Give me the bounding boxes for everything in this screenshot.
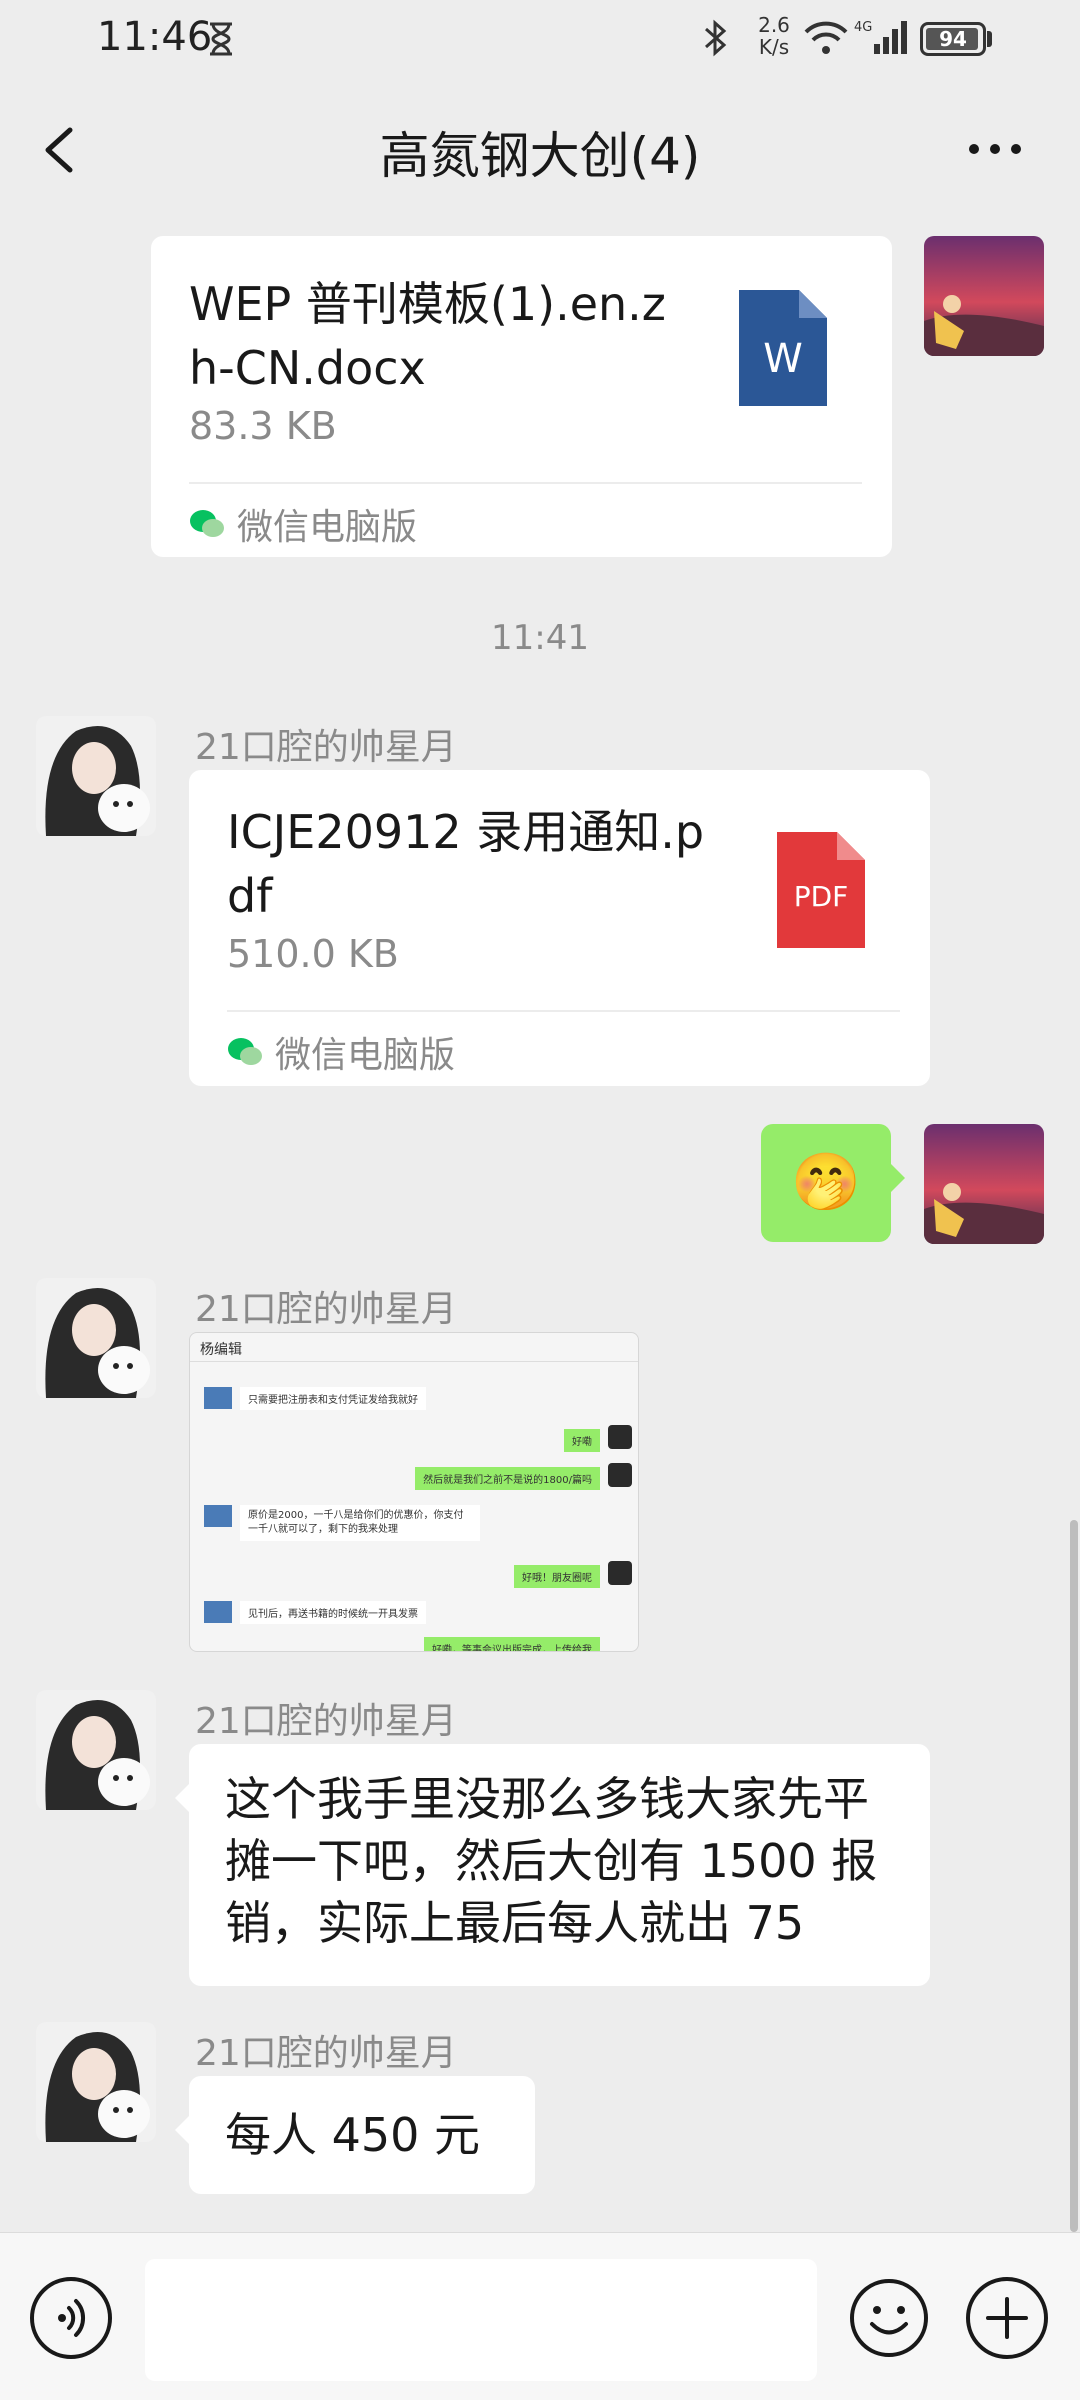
screenshot-line: 只需要把注册表和支付凭证发给我就好 <box>240 1387 426 1410</box>
emoji-message[interactable]: 🤭 <box>761 1124 905 1242</box>
hourglass-icon <box>210 22 232 56</box>
signal-icon: 4G <box>854 20 907 54</box>
timestamp: 11:41 <box>491 618 589 658</box>
file-size: 510.0 KB <box>227 932 399 976</box>
net-speed-value: 2.6 <box>758 13 790 37</box>
pdf-badge: PDF <box>794 880 849 913</box>
net-speed: 2.6 K/s <box>752 14 796 58</box>
sender-avatar[interactable] <box>36 716 156 836</box>
file-source: 微信电脑版 <box>189 498 417 550</box>
net-speed-unit: K/s <box>758 35 790 59</box>
wechat-icon <box>190 510 224 537</box>
pdf-file-icon: PDF <box>777 832 865 948</box>
screenshot-title: 杨编辑 <box>200 1342 242 1358</box>
file-name: WEP 普刊模板(1).en.zh-CN.docx <box>189 277 666 395</box>
scrollbar[interactable] <box>1070 1520 1078 2232</box>
message-text: 这个我手里没那么多钱大家先平摊一下吧，然后大创有 1500 报销，实际上最后每人… <box>225 1772 878 1950</box>
screenshot-line: 好嘞，等事会议出版完成，上传给我 <box>424 1637 600 1651</box>
chat-title: 高氮钢大创(4) <box>379 127 701 185</box>
screenshot-line: 好哦！朋友圈呢 <box>514 1565 600 1588</box>
self-avatar[interactable] <box>924 1124 1044 1244</box>
self-avatar[interactable] <box>924 236 1044 356</box>
avatar-image <box>36 716 156 836</box>
message-input[interactable] <box>145 2259 817 2381</box>
plus-icon <box>986 2297 1028 2339</box>
sender-name: 21口腔的帅星月 <box>195 1289 457 1330</box>
emoji-icon[interactable] <box>848 2277 930 2359</box>
avatar-image <box>36 1278 156 1398</box>
battery-indicator: 94 <box>920 22 986 56</box>
avatar-image <box>924 236 1044 356</box>
voice-button[interactable] <box>30 2277 112 2359</box>
wechat-icon <box>228 1038 262 1065</box>
title-bar: 高氮钢大创(4) <box>0 78 1080 222</box>
sender-avatar[interactable] <box>36 1690 156 1810</box>
file-source-label: 微信电脑版 <box>237 507 418 548</box>
file-message[interactable]: ICJE20912 录用通知.pdf 510.0 KB PDF 微信电脑版 <box>189 770 930 1086</box>
voice-icon <box>58 2299 86 2337</box>
file-size: 83.3 KB <box>189 404 337 448</box>
file-message[interactable]: WEP 普刊模板(1).en.zh-CN.docx 83.3 KB W 微信电脑… <box>151 236 892 557</box>
input-bar <box>0 2232 1080 2400</box>
avatar-image <box>36 2022 156 2142</box>
screenshot-line: 见刊后，再送书籍的时候统一开具发票 <box>240 1601 426 1624</box>
avatar-image <box>36 1690 156 1810</box>
sender-name: 21口腔的帅星月 <box>195 727 457 768</box>
sender-avatar[interactable] <box>36 1278 156 1398</box>
sender-avatar[interactable] <box>36 2022 156 2142</box>
status-time: 11:46 <box>97 14 213 60</box>
sender-name: 21口腔的帅星月 <box>195 1701 457 1742</box>
wifi-icon <box>804 21 848 54</box>
network-type: 4G <box>854 20 872 35</box>
word-badge: W <box>763 336 803 382</box>
plus-button[interactable] <box>966 2277 1048 2359</box>
message-text: 每人 450 元 <box>225 2108 481 2162</box>
bluetooth-icon <box>705 19 727 57</box>
file-source-label: 微信电脑版 <box>275 1035 456 1076</box>
screenshot-line: 然后就是我们之前不是说的1800/篇吗 <box>415 1467 600 1490</box>
battery-level: 94 <box>939 27 967 51</box>
image-message[interactable]: 杨编辑 只需要把注册表和支付凭证发给我就好 好嘞 然后就是我们之前不是说的180… <box>189 1332 639 1652</box>
file-name: ICJE20912 录用通知.pdf <box>227 805 705 923</box>
text-message[interactable]: 这个我手里没那么多钱大家先平摊一下吧，然后大创有 1500 报销，实际上最后每人… <box>175 1744 930 1986</box>
word-file-icon: W <box>739 290 827 406</box>
back-arrow-icon[interactable] <box>30 116 90 184</box>
screenshot-line: 好嘞 <box>564 1429 600 1452</box>
text-message[interactable]: 每人 450 元 <box>175 2076 535 2194</box>
file-source: 微信电脑版 <box>227 1026 455 1078</box>
status-bar: 11:46 2.6 K/s 4G 94 <box>0 0 1080 78</box>
emoji-content: 🤭 <box>791 1150 861 1215</box>
screenshot-line: 原价是2000，一千八是给你们的优惠价，你支付一千八就可以了，剩下的我来处理 <box>240 1505 480 1541</box>
more-icon[interactable] <box>960 124 1030 174</box>
sender-name: 21口腔的帅星月 <box>195 2033 457 2074</box>
avatar-image <box>924 1124 1044 1244</box>
